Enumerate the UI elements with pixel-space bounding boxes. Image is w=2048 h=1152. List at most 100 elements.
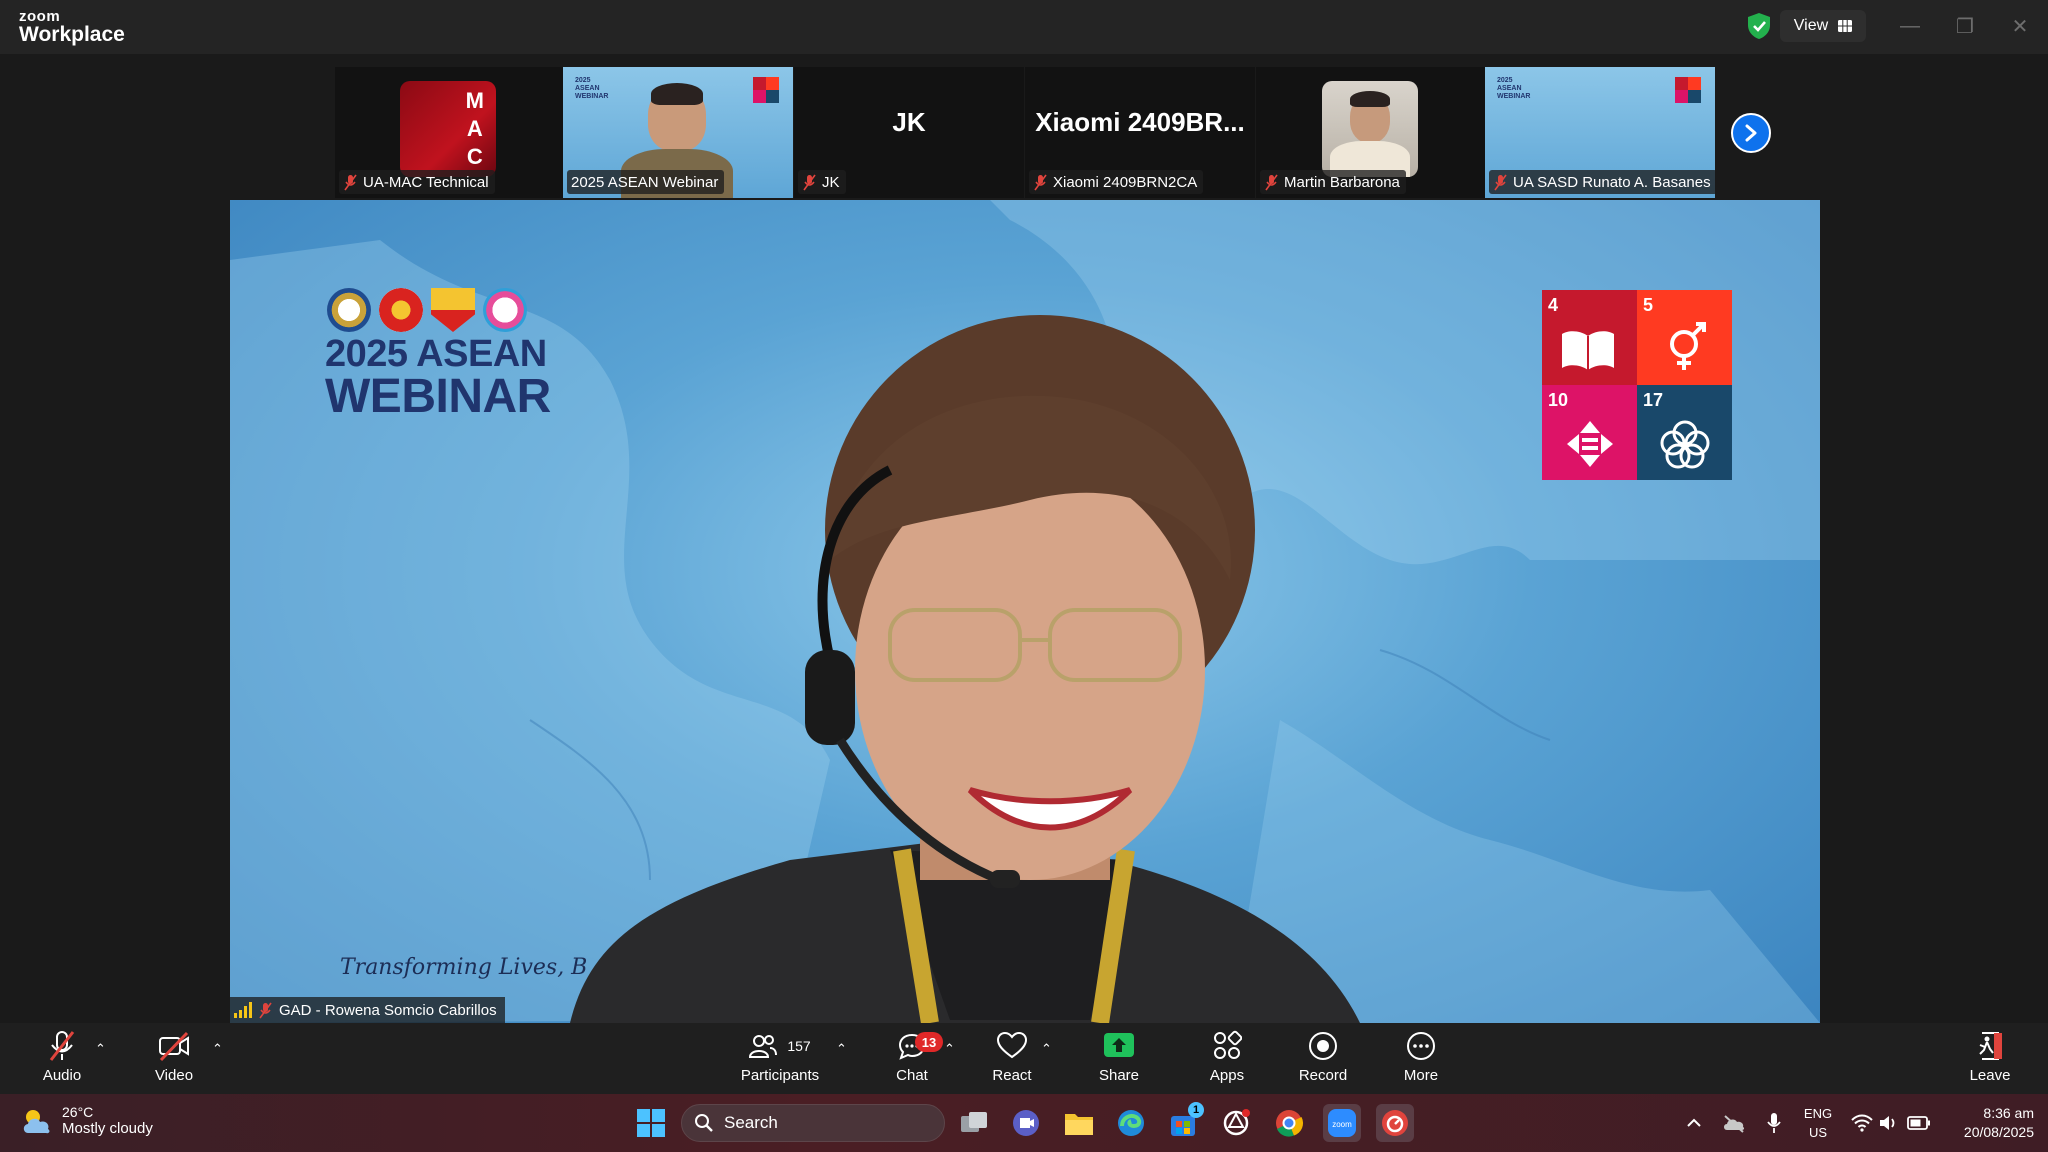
avatar-letter: M [465, 88, 484, 113]
mini-banner: 2025 ASEAN WEBINAR [1497, 77, 1531, 100]
lang-line-1: ENG [1803, 1106, 1833, 1121]
participants-button[interactable]: 157 Participants [735, 1030, 825, 1090]
speaker-figure [570, 315, 1360, 1023]
view-label: View [1793, 17, 1829, 34]
speaker-name-label: GAD - Rowena Somcio Cabrillos [230, 997, 505, 1023]
audio-button[interactable]: Audio [40, 1030, 84, 1090]
more-button[interactable]: More [1399, 1030, 1443, 1090]
mini-sdg [1675, 77, 1701, 103]
mic-muted-icon [1265, 174, 1278, 190]
store-badge: 1 [1188, 1102, 1204, 1118]
meeting-toolbar: Audio ⌃ Video ⌃ 157 Participants ⌃ Chat [0, 1023, 2048, 1094]
leave-icon [1979, 1032, 2002, 1060]
participant-tile[interactable]: 2025 ASEAN WEBINAR UA SASD Runato A. Basa… [1485, 67, 1715, 198]
participants-options-caret-icon[interactable]: ⌃ [836, 1041, 847, 1057]
participant-name-label: JK [798, 170, 846, 194]
video-button[interactable]: Video [152, 1030, 196, 1090]
participant-tile[interactable]: Martin Barbarona [1256, 67, 1486, 198]
restore-icon[interactable]: ❐ [1950, 12, 1980, 40]
avatar-letter: C [466, 144, 483, 169]
participant-display-name: Xiaomi 2409BR... [1035, 107, 1245, 137]
video-off-icon [159, 1031, 189, 1062]
windows-taskbar: 26°C Mostly cloudy Search 1 zoom ENG US … [0, 1094, 2048, 1152]
active-speaker-video[interactable]: 2025 ASEAN WEBINAR Transforming Lives, B… [230, 200, 1820, 1023]
mic-muted-icon [1034, 174, 1047, 190]
react-label: React [992, 1067, 1032, 1084]
close-icon[interactable]: ✕ [2005, 12, 2035, 40]
system-clock[interactable]: 8:36 am 20/08/2025 [1944, 1104, 2034, 1142]
apps-icon [1214, 1030, 1242, 1059]
apps-label: Apps [1209, 1067, 1245, 1084]
task-view-icon[interactable] [955, 1104, 993, 1142]
participant-tile[interactable]: JK JK [794, 67, 1024, 198]
participant-name-label: Xiaomi 2409BRN2CA [1029, 170, 1204, 194]
chatgpt-icon[interactable] [1217, 1104, 1255, 1142]
encryption-shield-icon[interactable] [1746, 12, 1772, 40]
recorder-app-icon[interactable] [1376, 1104, 1414, 1142]
participant-tile[interactable]: Xiaomi 2409BR... Xiaomi 2409BRN2CA [1025, 67, 1255, 198]
teams-meet-icon[interactable] [1007, 1104, 1045, 1142]
next-page-button[interactable] [1731, 113, 1771, 153]
audio-label: Audio [42, 1067, 82, 1084]
participant-name-label: UA-MAC Technical [339, 170, 495, 194]
avatar: M A C [400, 81, 496, 177]
video-label: Video [154, 1067, 194, 1084]
cloudy-weather-icon [23, 1109, 50, 1133]
show-hidden-icons-chevron-icon[interactable] [1675, 1104, 1713, 1142]
leave-button[interactable]: Leave [1968, 1030, 2012, 1090]
microphone-in-use-icon[interactable] [1755, 1104, 1793, 1142]
more-icon [1407, 1032, 1435, 1060]
logo-big: Workplace [19, 23, 125, 46]
participant-name: Martin Barbarona [1284, 173, 1400, 191]
grid-icon [1838, 20, 1853, 32]
title-bar: zoom Workplace View — ❐ ✕ [0, 0, 2048, 54]
share-label: Share [1098, 1067, 1140, 1084]
chrome-browser-icon[interactable] [1270, 1104, 1308, 1142]
file-explorer-icon[interactable] [1060, 1104, 1098, 1142]
weather-widget[interactable]: 26°C Mostly cloudy [20, 1104, 153, 1137]
edge-browser-icon[interactable] [1112, 1104, 1150, 1142]
participants-icon [749, 1035, 778, 1058]
share-screen-icon [1104, 1033, 1134, 1057]
participant-tile[interactable]: M A C UA-MAC Technical [335, 67, 565, 198]
mic-muted-icon [344, 174, 357, 190]
minimize-icon[interactable]: — [1895, 12, 1925, 40]
battery-icon[interactable] [1900, 1104, 1938, 1142]
participant-tile[interactable]: 2025 ASEAN WEBINAR 2025 ASEAN Webinar [563, 67, 793, 198]
zoom-app-icon[interactable]: zoom [1323, 1104, 1361, 1142]
taskbar-search-input[interactable]: Search [681, 1104, 945, 1142]
chevron-right-icon [1745, 124, 1757, 142]
participant-name: 2025 ASEAN Webinar [571, 173, 719, 191]
windows-start-icon[interactable] [632, 1104, 670, 1142]
participant-name: UA SASD Runato A. Basanes [1513, 173, 1711, 191]
view-button[interactable]: View [1780, 10, 1866, 42]
react-options-caret-icon[interactable]: ⌃ [1041, 1041, 1052, 1057]
record-icon [1309, 1032, 1337, 1060]
share-button[interactable]: Share [1097, 1030, 1141, 1090]
mic-muted-icon [259, 1002, 272, 1018]
more-label: More [1403, 1067, 1439, 1084]
logo-small: zoom [19, 8, 61, 25]
participant-name-label: UA SASD Runato A. Basanes [1489, 170, 1715, 194]
search-icon [695, 1114, 713, 1132]
onedrive-offline-icon[interactable] [1715, 1104, 1753, 1142]
search-placeholder: Search [724, 1113, 778, 1132]
chat-options-caret-icon[interactable]: ⌃ [944, 1041, 955, 1057]
participant-name-label: 2025 ASEAN Webinar [567, 170, 725, 194]
svg-text:zoom: zoom [1332, 1120, 1352, 1129]
participant-name: JK [822, 173, 840, 191]
video-options-caret-icon[interactable]: ⌃ [212, 1041, 223, 1057]
react-button[interactable]: React [990, 1030, 1034, 1090]
avatar [1322, 81, 1418, 177]
participant-name-label: Martin Barbarona [1260, 170, 1406, 194]
clock-time: 8:36 am [1983, 1105, 2034, 1121]
apps-button[interactable]: Apps [1205, 1030, 1249, 1090]
keyboard-language-indicator[interactable]: ENG US [1800, 1104, 1836, 1142]
record-button[interactable]: Record [1299, 1030, 1347, 1090]
avatar-letter: A [466, 116, 483, 141]
signal-strength-icon [234, 1002, 252, 1018]
audio-options-caret-icon[interactable]: ⌃ [95, 1041, 106, 1057]
mini-sdg [753, 77, 779, 103]
microsoft-store-icon[interactable]: 1 [1164, 1102, 1204, 1142]
weather-condition: Mostly cloudy [62, 1120, 153, 1137]
